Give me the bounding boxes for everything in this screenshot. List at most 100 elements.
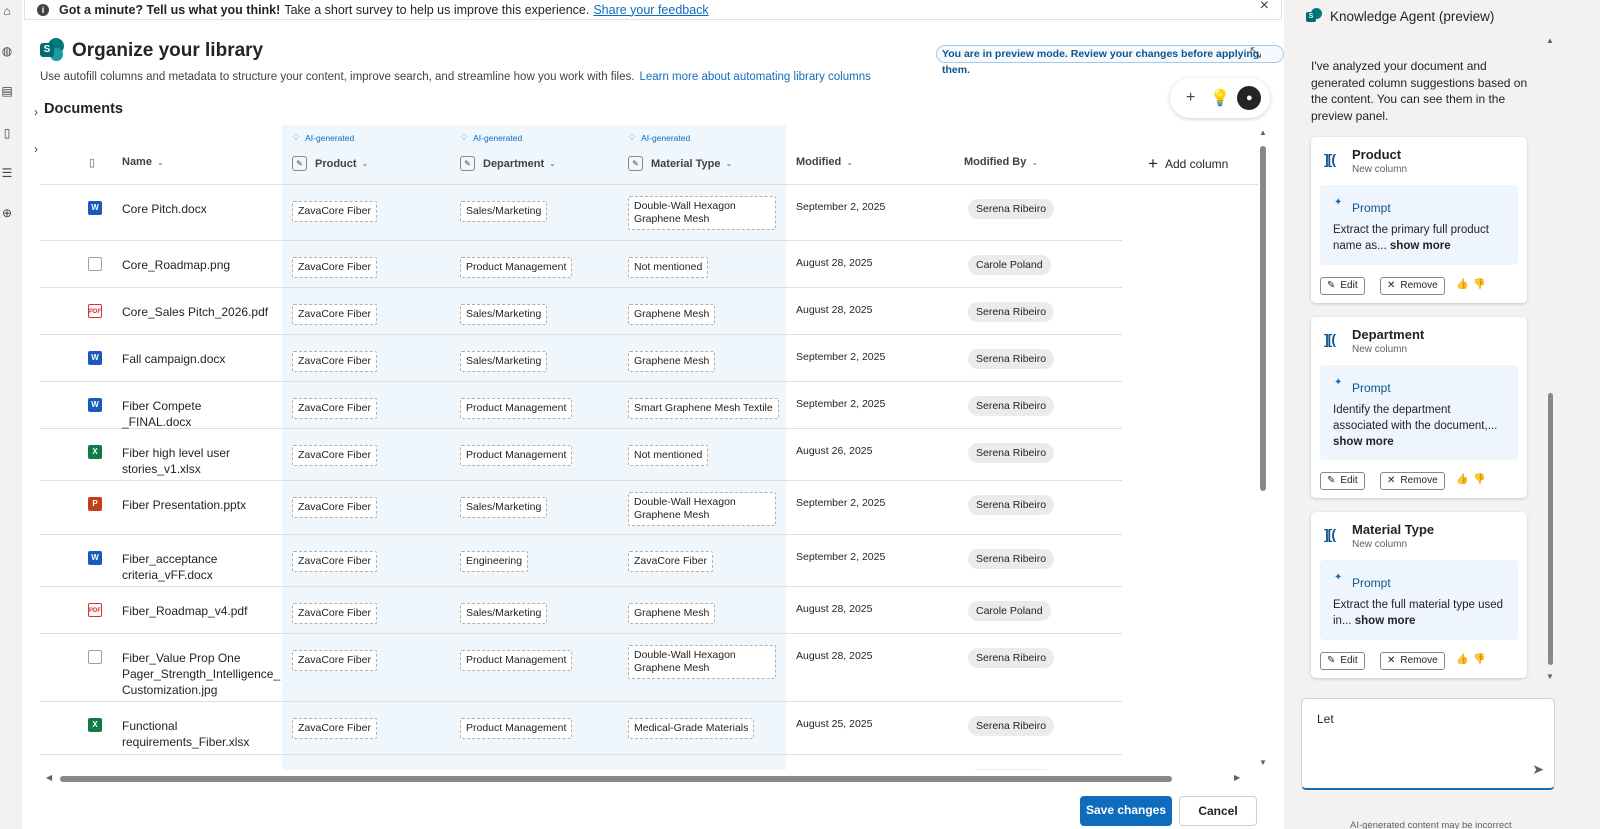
save-changes-button[interactable]: Save changes [1080, 796, 1172, 826]
material-type-cell[interactable]: Double-Wall Hexagon Graphene Mesh [628, 492, 776, 526]
thumbs-up-icon[interactable]: 👍 [1456, 279, 1468, 290]
thumbs-up-icon[interactable]: 👍 [1456, 654, 1468, 665]
table-row[interactable]: X Functional requirements_Fiber.xlsx Zav… [40, 702, 1122, 755]
modified-by-person[interactable]: Serena Ribeiro [968, 396, 1055, 416]
product-cell[interactable]: ZavaCore Fiber [292, 603, 377, 624]
product-cell[interactable]: ZavaCore Fiber [292, 351, 377, 372]
file-type-icon[interactable]: ▯ [89, 156, 95, 169]
material-type-cell[interactable]: Double-Wall Hexagon Graphene Mesh [628, 645, 776, 679]
table-row[interactable]: Core_Roadmap.png ZavaCore Fiber Product … [40, 241, 1122, 288]
learn-more-link[interactable]: Learn more about automating library colu… [639, 71, 870, 83]
material-type-cell[interactable]: Not mentioned [628, 257, 709, 278]
file-name[interactable]: Core Pitch.docx [122, 201, 272, 217]
edit-button[interactable]: ✎ Edit [1320, 472, 1365, 490]
chat-input[interactable]: Let ➤ [1301, 698, 1555, 790]
panel-scrollbar[interactable]: ▲ ▼ [1543, 36, 1557, 684]
list-icon[interactable]: ☰ [0, 166, 14, 180]
material-type-cell[interactable]: Medical-Grade Materials [628, 718, 755, 739]
file-name[interactable]: Fiber Compete _FINAL.docx [122, 398, 272, 430]
department-cell[interactable]: Product Management [460, 718, 573, 739]
department-cell[interactable]: Product Management [460, 257, 573, 278]
chevron-right-icon[interactable]: › [34, 142, 38, 156]
product-cell[interactable]: ZavaCore Fiber [292, 398, 377, 419]
table-row[interactable]: W Core Pitch.docx ZavaCore Fiber Sales/M… [40, 185, 1122, 241]
show-more-link[interactable]: show more [1333, 436, 1394, 448]
chat-input-value[interactable]: Let [1317, 712, 1334, 726]
product-cell[interactable]: ZavaCore Fiber [292, 257, 377, 278]
modified-by-person[interactable]: Serena Ribeiro [968, 769, 1055, 770]
product-cell[interactable]: ZavaCore Fiber [292, 497, 377, 518]
modified-by-person[interactable]: Serena Ribeiro [968, 549, 1055, 569]
show-more-link[interactable]: show more [1390, 240, 1451, 252]
table-row[interactable]: X Fiber high level user stories_v1.xlsx … [40, 429, 1122, 481]
file-name[interactable]: Functional requirements_Fiber.xlsx [122, 718, 272, 750]
column-header-department[interactable]: ✎ Department ⌄ [460, 156, 556, 171]
modified-by-person[interactable]: Serena Ribeiro [968, 495, 1055, 515]
show-more-link[interactable]: show more [1355, 615, 1416, 627]
lightbulb-icon[interactable]: 💡 [1208, 86, 1232, 110]
chevron-right-icon[interactable]: › [34, 105, 38, 119]
department-cell[interactable]: Sales/Marketing [460, 304, 548, 325]
department-cell[interactable]: Sales/Marketing [460, 497, 548, 518]
file-name[interactable]: Fall campaign.docx [122, 351, 272, 367]
department-cell[interactable]: Engineering [460, 551, 529, 572]
product-cell[interactable]: ZavaCore Fiber [292, 201, 377, 222]
horizontal-scrollbar[interactable]: ◀ ▶ [46, 773, 1246, 784]
table-row[interactable]: W Fiber Compete _FINAL.docx ZavaCore Fib… [40, 382, 1122, 429]
product-cell[interactable]: ZavaCore Fiber [292, 445, 377, 466]
remove-button[interactable]: ✕ Remove [1380, 277, 1445, 295]
collapse-icon[interactable]: ⤡ [1250, 44, 1261, 61]
product-cell[interactable]: ZavaCore Fiber [292, 718, 377, 739]
file-name[interactable]: Fiber_acceptance criteria_vFF.docx [122, 551, 272, 583]
remove-button[interactable]: ✕ Remove [1380, 472, 1445, 490]
column-header-material-type[interactable]: ✎ Material Type ⌄ [628, 156, 732, 171]
department-cell[interactable]: Product Management [460, 398, 573, 419]
material-type-cell[interactable]: Double-Wall Hexagon Graphene Mesh [628, 196, 776, 230]
remove-button[interactable]: ✕ Remove [1380, 652, 1445, 670]
edit-button[interactable]: ✎ Edit [1320, 652, 1365, 670]
close-icon[interactable]: × [1260, 0, 1269, 14]
document-icon[interactable]: ▯ [0, 126, 14, 140]
product-cell[interactable]: ZavaCore Fiber [292, 304, 377, 325]
add-column-button[interactable]: + Add column [1148, 154, 1228, 174]
material-type-cell[interactable]: Not mentioned [628, 445, 709, 466]
department-cell[interactable]: Product Management [460, 650, 573, 671]
table-row[interactable]: P Fiber Presentation.pptx ZavaCore Fiber… [40, 481, 1122, 535]
material-type-cell[interactable]: ZavaCore Fiber [628, 551, 713, 572]
file-name[interactable]: Fiber Presentation.pptx [122, 497, 272, 513]
thumbs-down-icon[interactable]: 👎 [1473, 279, 1485, 290]
department-cell[interactable]: Sales/Marketing [460, 603, 548, 624]
send-icon[interactable]: ➤ [1532, 761, 1544, 778]
chat-icon[interactable]: ● [1237, 86, 1262, 110]
globe-icon[interactable]: ◍ [0, 44, 14, 58]
department-cell[interactable]: Sales/Marketing [460, 201, 548, 222]
table-row[interactable]: X GTM tasks for launch.xlsx ZavaCore Fib… [40, 755, 1122, 770]
thumbs-down-icon[interactable]: 👎 [1473, 474, 1485, 485]
file-name[interactable]: Fiber_Roadmap_v4.pdf [122, 603, 272, 619]
table-row[interactable]: PDF Core_Sales Pitch_2026.pdf ZavaCore F… [40, 288, 1122, 335]
material-type-cell[interactable]: Graphene Mesh [628, 351, 716, 372]
modified-by-person[interactable]: Serena Ribeiro [968, 648, 1055, 668]
file-name[interactable]: Core_Roadmap.png [122, 257, 272, 273]
cancel-button[interactable]: Cancel [1179, 796, 1257, 826]
column-header-name[interactable]: Name ⌄ [122, 156, 164, 168]
modified-by-person[interactable]: Serena Ribeiro [968, 302, 1055, 322]
department-cell[interactable]: Sales/Marketing [460, 351, 548, 372]
edit-button[interactable]: ✎ Edit [1320, 277, 1365, 295]
product-cell[interactable]: ZavaCore Fiber [292, 650, 377, 671]
modified-by-person[interactable]: Serena Ribeiro [968, 443, 1055, 463]
material-type-cell[interactable]: Smart Graphene Mesh Textile [628, 398, 779, 419]
modified-by-person[interactable]: Carole Poland [968, 255, 1051, 275]
table-row[interactable]: W Fiber_acceptance criteria_vFF.docx Zav… [40, 535, 1122, 587]
table-row[interactable]: W Fall campaign.docx ZavaCore Fiber Sale… [40, 335, 1122, 382]
modified-by-person[interactable]: Serena Ribeiro [968, 716, 1055, 736]
column-header-modified-by[interactable]: Modified By ⌄ [964, 156, 1038, 168]
department-cell[interactable]: Product Management [460, 445, 573, 466]
modified-by-person[interactable]: Carole Poland [968, 601, 1051, 621]
column-header-product[interactable]: ✎ Product ⌄ [292, 156, 368, 171]
thumbs-up-icon[interactable]: 👍 [1456, 474, 1468, 485]
material-type-cell[interactable]: Graphene Mesh [628, 603, 716, 624]
add-icon[interactable]: ⊕ [0, 206, 14, 220]
news-icon[interactable]: ▤ [0, 84, 14, 98]
home-icon[interactable]: ⌂ [0, 4, 14, 18]
